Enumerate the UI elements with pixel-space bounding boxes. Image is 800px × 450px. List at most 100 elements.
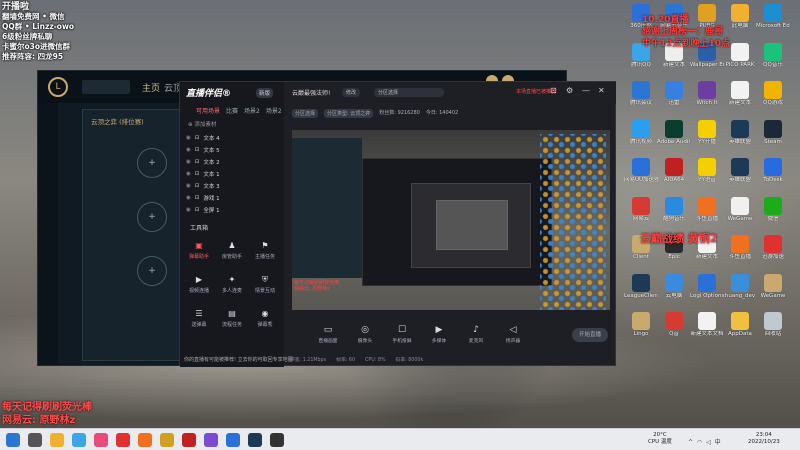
taskbar-app-qq-icon[interactable] [72,433,86,447]
layer-item[interactable]: ◉ ⊡ 游戏 1 [186,194,220,202]
eye-icon[interactable]: ◉ [186,147,191,153]
tool-room-manager[interactable]: ♟ 房管助手 [217,240,247,260]
desktop-icon[interactable]: WeGame [723,196,757,223]
tool-danmu-assistant[interactable]: ▣ 弹幕助手 [184,240,214,260]
desktop-icon[interactable]: Steam [756,119,790,146]
taskbar-app-app11-icon[interactable] [248,433,262,447]
desktop-icon[interactable]: 斗鱼直播 [690,196,724,223]
recommend-notice[interactable]: 你的直播有可能被推荐! 立去你的可取回专享地图 [184,356,293,363]
eye-icon[interactable]: ◉ [186,207,191,213]
tool-video-playlist[interactable]: ▶ 视频连播 [184,274,214,294]
layer-item[interactable]: ◉ ⊡ 文本 2 [186,158,220,166]
lock-icon[interactable]: ⊡ [195,183,200,189]
desktop-icon[interactable]: AIDA64 [657,158,691,184]
lol-logo-icon[interactable]: L [48,77,68,97]
taskbar-clock[interactable]: 23:04 2022/10/23 [748,432,780,446]
desktop-icon[interactable]: YY开播 [690,119,724,146]
stream-app-window[interactable]: 直播伴侣® 新版 可用场景 比赛 场景2 场景2 ⊕ 添加素材 ◉ ⊡ 文本 4 ◉… [179,81,616,367]
desktop-icon[interactable]: QQ音乐 [756,42,790,69]
control-phone[interactable]: ☐ 手机投屏 [390,324,414,344]
desktop-icon[interactable]: huang_dev [723,273,757,300]
taskbar-app-app5-icon[interactable] [116,433,130,447]
lock-icon[interactable]: ⊡ [195,171,200,177]
room-name[interactable]: 云巅最强法师! [292,88,330,97]
desktop-icon[interactable]: LeagueClient [624,273,658,300]
lol-invite-slot[interactable]: + [137,256,167,286]
desktop-icon[interactable]: 微信 [756,196,790,223]
tab-scene-2b[interactable]: 场景2 [266,106,282,115]
lock-icon[interactable]: ⊡ [195,195,200,201]
lock-icon[interactable]: ⊡ [195,207,200,213]
eye-icon[interactable]: ◉ [186,195,191,201]
input-method-icon[interactable]: 中 [715,439,722,446]
desktop-icon[interactable]: 网易UU加速器 [624,158,658,184]
chevron-up-icon[interactable]: ^ [688,439,694,446]
layer-item[interactable]: ◉ ⊡ 文本 3 [186,182,220,190]
tool-send-danmu[interactable]: ☰ 送弹幕 [184,308,214,328]
layer-item[interactable]: ◉ ⊡ 文本 5 [186,146,220,154]
eye-icon[interactable]: ◉ [186,171,191,177]
tab-scene-available[interactable]: 可用场景 [196,106,220,115]
lock-icon[interactable]: ⊡ [195,135,200,141]
desktop-icon[interactable]: Lingo [624,312,658,338]
lock-icon[interactable]: ⊡ [550,86,557,95]
tool-multi-link[interactable]: ✦ 多人连麦 [217,274,247,294]
desktop-icon[interactable]: QQ游戏 [756,81,790,107]
desktop-icon[interactable]: WeGame [756,273,790,300]
layer-item[interactable]: ◉ ⊡ 文本 1 [186,170,220,178]
minimize-icon[interactable]: — [582,86,590,95]
desktop-icon[interactable]: 新建文本 [723,81,757,107]
taskbar-app-app6-icon[interactable] [138,433,152,447]
go-live-button[interactable]: 开始直播 [572,328,608,342]
eye-icon[interactable]: ◉ [186,183,191,189]
lock-icon[interactable]: ⊡ [195,147,200,153]
taskbar-app-bilibili-icon[interactable] [94,433,108,447]
desktop-icon[interactable]: 新建文本文档 [690,312,724,338]
edit-button[interactable]: 修改 [342,88,361,97]
taskbar-app-search-icon[interactable] [28,433,42,447]
control-mic[interactable]: ♪ 麦克风 [464,324,488,344]
tab-scene-2[interactable]: 场景2 [244,106,260,115]
desktop-icon[interactable]: ToDesk [756,158,790,184]
control-screen[interactable]: ▭ 直播画面 [316,324,340,344]
eye-icon[interactable]: ◉ [186,159,191,165]
tool-interaction[interactable]: ⛨ 情景互动 [250,274,280,294]
taskbar-weather[interactable]: 20°C CPU 温度 [648,432,672,446]
system-tray[interactable]: ^ ◠ ◁ 中 [688,437,722,446]
lol-play-button[interactable] [82,80,130,94]
desktop-icon[interactable]: 斗鱼直播 [723,235,757,261]
desktop-icon[interactable]: 腾讯视频 [624,119,658,146]
desktop-icon[interactable]: 英雄联盟 [723,119,757,146]
category-tag[interactable]: 分区选择 [292,109,319,118]
taskbar-app-app10-icon[interactable] [226,433,240,447]
control-camera[interactable]: ◎ 摄像头 [353,324,377,344]
eye-icon[interactable]: ◉ [186,135,191,141]
desktop-icon[interactable]: Logi Options [690,273,724,300]
stream-preview[interactable]: 每天记得刷刷荧光棒 网易云: 原野林z [292,130,610,310]
tool-streamer-task[interactable]: ⚑ 主播任务 [250,240,280,260]
desktop-icon[interactable]: 酷狗音乐 [657,196,691,223]
desktop-icon[interactable]: Q音 [657,312,691,338]
tool-flow-task[interactable]: ▤ 流程任务 [217,308,247,328]
lol-invite-slot[interactable]: + [137,202,167,232]
close-icon[interactable]: ✕ [598,86,605,95]
desktop-icon[interactable]: 回收站 [756,312,790,338]
settings-icon[interactable]: ⚙ [566,86,573,95]
taskbar-app-app7-icon[interactable] [160,433,174,447]
desktop-icon[interactable]: AppData [723,312,757,338]
speaker-icon[interactable]: ◁ [706,439,712,446]
tab-scene-match[interactable]: 比赛 [226,106,238,115]
category-type-tag[interactable]: 分区类型: 云顶之弈 [324,109,374,118]
tool-danmu-show[interactable]: ◉ 弹幕秀 [250,308,280,328]
taskbar-app-app12-icon[interactable] [270,433,284,447]
taskbar-app-files-icon[interactable] [50,433,64,447]
desktop-icon[interactable]: YY语音 [690,158,724,184]
desktop-icon[interactable]: 腾讯会议 [624,81,658,107]
desktop-icon[interactable]: 网易云 [624,196,658,223]
desktop-icon[interactable]: 英雄联盟 [723,158,757,184]
lol-nav-home[interactable]: 主页 [142,81,160,94]
control-media[interactable]: ▶ 多媒体 [427,324,451,344]
desktop-icon[interactable]: Microsoft Edge [756,4,790,30]
desktop-icon[interactable]: 迅游加速 [756,235,790,261]
lol-invite-slot[interactable]: + [137,148,167,178]
